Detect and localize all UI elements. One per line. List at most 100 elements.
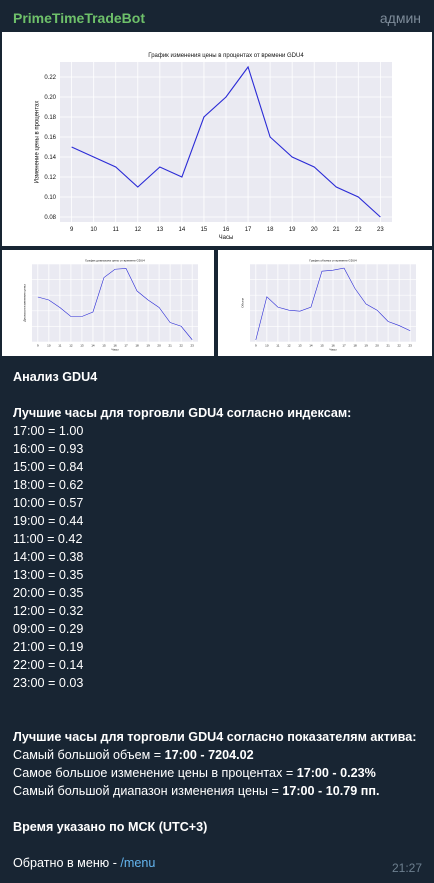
x-tick-label: 18 <box>267 227 274 233</box>
chart-title: График объема от времени GDU4 <box>309 259 357 263</box>
index-item: 12:00 = 0.32 <box>13 604 84 618</box>
x-tick-label: 9 <box>255 344 257 348</box>
sender-name[interactable]: PrimeTimeTradeBot <box>13 10 145 26</box>
x-tick-label: 19 <box>364 344 368 348</box>
y-tick-label: 0.08 <box>44 215 56 221</box>
index-item: 09:00 = 0.29 <box>13 622 84 636</box>
y-tick-label: 0.10 <box>44 195 56 201</box>
x-axis-label: Часы <box>111 347 118 351</box>
index-item: 21:00 = 0.19 <box>13 640 84 654</box>
menu-command-link[interactable]: /menu <box>120 856 155 870</box>
x-tick-label: 21 <box>333 227 340 233</box>
index-item: 17:00 = 1.00 <box>13 424 84 438</box>
x-tick-label: 14 <box>91 344 95 348</box>
chart-image-range[interactable]: 9 10 11 12 13 14 15 16 17 18 19 20 21 22 23 График диап… <box>2 250 214 356</box>
range-value: 17:00 - 10.79 пп. <box>282 784 380 798</box>
index-item: 20:00 = 0.35 <box>13 586 84 600</box>
index-item: 11:00 = 0.42 <box>13 532 83 546</box>
x-tick-label: 18 <box>353 344 357 348</box>
x-tick-label: 13 <box>298 344 302 348</box>
x-tick-label: 14 <box>179 227 186 233</box>
index-item: 18:00 = 0.62 <box>13 478 84 492</box>
change-label: Самое большое изменение цены в процентах… <box>13 766 297 780</box>
x-tick-label: 21 <box>168 344 172 348</box>
volume-chart: 9 10 11 12 13 14 15 16 17 18 19 20 21 22 23График объе… <box>240 259 416 351</box>
price-change-chart: 9 10 11 12 13 14 15 16 17 18 19 20 21 22 23 0.08 0.10 0.1… <box>34 53 392 241</box>
x-tick-label: 18 <box>135 344 139 348</box>
timezone-note: Время указано по МСК (UTC+3) <box>13 820 208 834</box>
x-tick-label: 15 <box>102 344 106 348</box>
sender-role: админ <box>379 10 421 26</box>
x-tick-label: 9 <box>70 227 74 233</box>
x-tick-label: 20 <box>375 344 379 348</box>
chart-title: График изменения цены в процентах от вре… <box>148 53 304 59</box>
indices-header: Лучшие часы для торговли GDU4 согласно и… <box>13 406 352 420</box>
chart-image-main[interactable]: 9 10 11 12 13 14 15 16 17 18 19 20 21 22 23 0.08 0.10 0.1… <box>2 32 432 246</box>
index-item: 16:00 = 0.93 <box>13 442 84 456</box>
x-tick-label: 15 <box>320 344 324 348</box>
x-tick-label: 12 <box>69 344 73 348</box>
index-item: 10:00 = 0.57 <box>13 496 84 510</box>
x-tick-label: 22 <box>179 344 183 348</box>
x-tick-label: 17 <box>342 344 346 348</box>
change-value: 17:00 - 0.23% <box>296 766 376 780</box>
y-tick-label: 0.14 <box>44 155 56 161</box>
message-bubble: PrimeTimeTradeBot админ 9 10 11 12 13 14 15 16 1… <box>0 0 434 883</box>
x-tick-label: 20 <box>311 227 318 233</box>
x-tick-label: 10 <box>90 227 97 233</box>
volume-label: Самый большой объем = <box>13 748 165 762</box>
x-tick-label: 13 <box>156 227 163 233</box>
x-tick-label: 23 <box>191 344 195 348</box>
y-axis-label: Объем <box>240 298 244 308</box>
price-range-chart: 9 10 11 12 13 14 15 16 17 18 19 20 21 22 23График диап… <box>22 259 198 351</box>
x-tick-label: 17 <box>245 227 252 233</box>
index-item: 22:00 = 0.14 <box>13 658 84 672</box>
message-time: 21:27 <box>391 861 422 875</box>
chart-image-volume[interactable]: 9 10 11 12 13 14 15 16 17 18 19 20 21 22 23 График объе… <box>218 250 432 356</box>
index-item: 23:00 = 0.03 <box>13 676 84 690</box>
indices-list: 17:00 = 1.00 16:00 = 0.93 15:00 = 0.84 1… <box>13 424 83 690</box>
y-tick-label: 0.18 <box>44 115 56 121</box>
index-item: 14:00 = 0.38 <box>13 550 84 564</box>
chart-title: График диапазона цены от времени GDU4 <box>85 259 145 263</box>
x-tick-label: 19 <box>146 344 150 348</box>
index-item: 15:00 = 0.84 <box>13 460 84 474</box>
y-axis-label: Диапазон изменения цены <box>22 284 26 321</box>
y-axis-label: Изменение цены в процентах <box>34 101 40 184</box>
index-item: 13:00 = 0.35 <box>13 568 84 582</box>
y-tick-label: 0.20 <box>44 95 56 101</box>
x-tick-label: 23 <box>409 344 413 348</box>
x-tick-label: 19 <box>289 227 296 233</box>
x-tick-label: 10 <box>47 344 51 348</box>
x-tick-label: 23 <box>377 227 384 233</box>
x-tick-label: 22 <box>355 227 362 233</box>
x-tick-label: 9 <box>37 344 39 348</box>
x-tick-label: 12 <box>134 227 141 233</box>
x-axis-label: Часы <box>329 347 336 351</box>
x-tick-label: 21 <box>386 344 390 348</box>
x-tick-label: 11 <box>58 344 61 348</box>
x-tick-label: 12 <box>287 344 291 348</box>
x-tick-label: 20 <box>157 344 161 348</box>
x-tick-label: 16 <box>223 227 230 233</box>
x-tick-label: 11 <box>113 227 120 233</box>
volume-value: 17:00 - 7204.02 <box>164 748 254 762</box>
y-tick-label: 0.16 <box>44 135 56 141</box>
analysis-title: Анализ GDU4 <box>13 370 98 384</box>
x-tick-label: 17 <box>124 344 128 348</box>
x-tick-label: 14 <box>309 344 313 348</box>
metrics-header: Лучшие часы для торговли GDU4 согласно п… <box>13 730 417 744</box>
message-header: PrimeTimeTradeBot админ <box>0 0 434 32</box>
x-tick-label: 22 <box>397 344 401 348</box>
x-tick-label: 13 <box>80 344 84 348</box>
message-text: Анализ GDU4 Лучшие часы для торговли GDU… <box>13 368 423 872</box>
menu-text: Обратно в меню - <box>13 856 121 870</box>
index-item: 19:00 = 0.44 <box>13 514 84 528</box>
x-axis-label: Часы <box>219 235 234 241</box>
y-tick-label: 0.22 <box>44 75 56 81</box>
y-tick-label: 0.12 <box>44 175 56 181</box>
x-tick-label: 11 <box>276 344 279 348</box>
range-label: Самый большой диапазон изменения цены = <box>13 784 283 798</box>
x-tick-label: 15 <box>201 227 208 233</box>
x-tick-label: 10 <box>265 344 269 348</box>
